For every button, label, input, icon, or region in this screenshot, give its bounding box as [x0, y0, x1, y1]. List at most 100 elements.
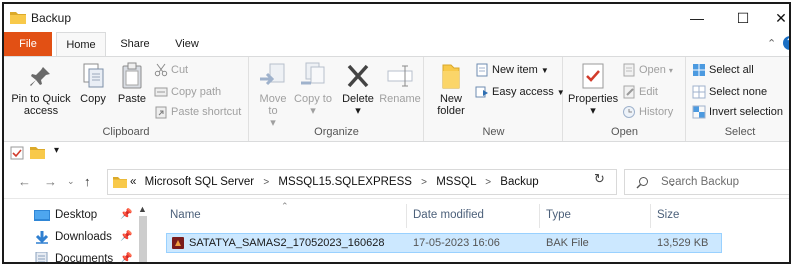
- pin-icon[interactable]: 📌: [120, 231, 132, 242]
- copy-to-dropdown-icon: ▾: [310, 105, 316, 117]
- rename-icon: [387, 65, 413, 87]
- column-divider[interactable]: [650, 204, 651, 228]
- search-box[interactable]: Search Backup: [624, 169, 789, 195]
- easy-access-button[interactable]: Easy access ▼: [475, 83, 565, 101]
- customize-qat-icon[interactable]: ▾: [54, 145, 59, 156]
- pin-icon: [30, 67, 50, 86]
- up-icon[interactable]: ↑: [84, 174, 91, 189]
- new-folder-qat-icon[interactable]: [30, 146, 45, 159]
- edit-button[interactable]: Edit: [622, 83, 658, 101]
- delete-icon: [347, 64, 369, 88]
- copy-to-label: Copy to: [294, 93, 332, 105]
- copy-button[interactable]: Copy: [76, 61, 110, 105]
- history-button[interactable]: History: [622, 103, 673, 121]
- breadcrumb-item[interactable]: MSSQL15.SQLEXPRESS: [278, 176, 412, 188]
- open-button[interactable]: Open ▾: [622, 61, 673, 79]
- scrollbar-thumb[interactable]: [139, 216, 147, 262]
- column-header-type[interactable]: Type: [546, 209, 571, 221]
- bak-file-icon: [172, 237, 184, 249]
- sidebar-item-documents[interactable]: Documents: [34, 249, 113, 262]
- breadcrumb-item[interactable]: MSSQL: [436, 176, 476, 188]
- new-folder-button[interactable]: New folder: [429, 61, 473, 117]
- pin-icon[interactable]: 📌: [120, 209, 132, 220]
- sidebar-item-desktop[interactable]: Desktop: [34, 205, 97, 225]
- tab-home[interactable]: Home: [56, 32, 106, 57]
- rename-label: Rename: [379, 93, 421, 105]
- open-icon: [623, 63, 635, 77]
- maximize-button[interactable]: ☐: [720, 4, 766, 32]
- tab-share[interactable]: Share: [112, 32, 158, 56]
- file-type: BAK File: [546, 237, 589, 249]
- new-item-icon: [476, 63, 488, 77]
- copy-path-label: Copy path: [171, 86, 222, 98]
- properties-check-icon[interactable]: [10, 146, 24, 160]
- edit-icon: [623, 85, 635, 99]
- pin-to-quick-access-button[interactable]: Pin to Quick access: [8, 61, 74, 117]
- search-input[interactable]: Search Backup: [661, 176, 739, 188]
- sidebar-item-label: Desktop: [55, 209, 98, 221]
- folder-icon: [10, 12, 26, 24]
- minimize-button[interactable]: —: [674, 4, 720, 32]
- file-size: 13,529 KB: [657, 237, 709, 249]
- column-divider[interactable]: [406, 204, 407, 228]
- breadcrumb-item[interactable]: Microsoft SQL Server: [145, 176, 255, 188]
- tab-view[interactable]: View: [164, 32, 210, 56]
- cut-button[interactable]: Cut: [154, 61, 188, 79]
- history-label: History: [639, 106, 674, 118]
- tab-file[interactable]: File: [4, 32, 52, 56]
- paste-shortcut-icon: [155, 106, 167, 119]
- copy-to-button[interactable]: Copy to ▾: [294, 61, 332, 117]
- address-bar[interactable]: « Microsoft SQL Server > MSSQL15.SQLEXPR…: [107, 169, 676, 195]
- close-button[interactable]: ✕: [766, 4, 789, 32]
- select-all-button[interactable]: Select all: [692, 61, 754, 79]
- paste-icon: [122, 62, 142, 89]
- select-group: Select all Select none Invert selection …: [687, 57, 789, 141]
- table-row[interactable]: SATATYA_SAMAS2_17052023_160628 17-05-202…: [166, 233, 722, 253]
- back-icon[interactable]: ←: [18, 174, 31, 189]
- move-to-button[interactable]: Move to ▾: [254, 61, 292, 129]
- sidebar-item-downloads[interactable]: Downloads: [34, 227, 112, 247]
- refresh-icon[interactable]: ↻: [594, 171, 605, 187]
- recent-locations-icon[interactable]: ⌄: [67, 176, 75, 187]
- new-item-button[interactable]: New item ▼: [475, 61, 549, 79]
- move-to-icon: [260, 63, 285, 86]
- pin-icon[interactable]: 📌: [120, 253, 132, 262]
- paste-button[interactable]: Paste: [114, 61, 150, 105]
- invert-selection-button[interactable]: Invert selection: [692, 103, 783, 121]
- help-icon[interactable]: ?: [783, 36, 789, 50]
- navigation-pane-scrollbar[interactable]: ▲: [137, 200, 149, 262]
- column-header-date-modified[interactable]: Date modified: [413, 209, 484, 221]
- paste-label: Paste: [117, 93, 147, 105]
- title-bar: Backup — ☐ ✕: [4, 4, 789, 32]
- open-group-label: Open: [611, 126, 638, 138]
- scroll-up-icon[interactable]: ▲: [138, 204, 147, 214]
- breadcrumb-separator-icon[interactable]: >: [263, 177, 269, 188]
- copy-icon: [83, 63, 104, 88]
- properties-icon: [582, 63, 604, 89]
- breadcrumb-overflow[interactable]: «: [130, 176, 136, 188]
- downloads-icon: [35, 231, 49, 244]
- delete-button[interactable]: Delete ▾: [338, 61, 378, 117]
- breadcrumb-separator-icon[interactable]: >: [421, 177, 427, 188]
- select-none-button[interactable]: Select none: [692, 83, 767, 101]
- breadcrumb-item[interactable]: Backup: [500, 176, 538, 188]
- breadcrumb-separator-icon[interactable]: >: [485, 177, 491, 188]
- open-group: Properties ▾ Open ▾ Edit History Open: [564, 57, 686, 141]
- column-divider[interactable]: [539, 204, 540, 228]
- clipboard-group-label: Clipboard: [102, 126, 150, 138]
- file-date-modified: 17-05-2023 16:06: [413, 237, 500, 249]
- copy-path-button[interactable]: Copy path: [154, 83, 221, 101]
- properties-button[interactable]: Properties ▾: [568, 61, 618, 117]
- minimize-icon: —: [690, 10, 704, 26]
- column-header-size[interactable]: Size: [657, 209, 679, 221]
- cut-label: Cut: [171, 64, 189, 76]
- select-all-icon: [693, 64, 705, 76]
- properties-label: Properties: [568, 93, 619, 105]
- rename-button[interactable]: Rename: [378, 61, 422, 105]
- maximize-icon: ☐: [736, 9, 750, 26]
- ribbon-collapse-icon[interactable]: ⌃: [767, 37, 776, 50]
- ribbon: Pin to Quick access Copy Paste Cut Copy …: [4, 56, 789, 142]
- paste-shortcut-button[interactable]: Paste shortcut: [154, 103, 241, 121]
- column-header-name[interactable]: Name: [170, 209, 201, 221]
- forward-icon[interactable]: →: [44, 174, 57, 189]
